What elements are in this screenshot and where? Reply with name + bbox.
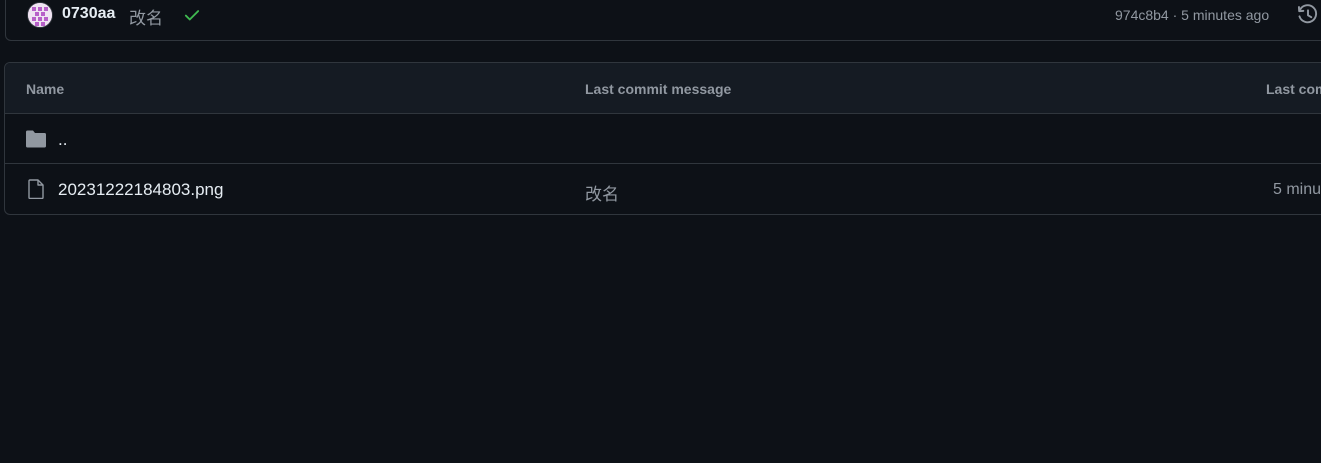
column-header-name: Name	[26, 81, 65, 97]
file-commit-message-link[interactable]: 改名	[585, 180, 619, 205]
parent-directory-link[interactable]: ..	[58, 130, 67, 150]
table-header: Name Last commit message Last com	[5, 63, 1321, 114]
latest-commit-bar: 0730aa 改名 974c8b4 · 5 minutes ago	[5, 0, 1321, 41]
parent-directory-row[interactable]: ..	[5, 114, 1321, 164]
file-table: Name Last commit message Last com .. 202…	[4, 62, 1321, 215]
history-icon[interactable]	[1297, 4, 1319, 26]
avatar-identicon	[28, 3, 52, 27]
check-icon[interactable]	[183, 6, 201, 24]
column-header-last-commit-date: Last com	[1266, 81, 1321, 97]
table-row[interactable]: 20231222184803.png 改名 5 minu	[5, 164, 1321, 214]
file-icon	[28, 179, 44, 199]
commit-sha-and-time[interactable]: 974c8b4 · 5 minutes ago	[1115, 7, 1269, 23]
commit-message-link[interactable]: 改名	[129, 4, 163, 29]
commit-author-link[interactable]: 0730aa	[62, 5, 115, 23]
folder-icon	[26, 130, 46, 148]
column-header-last-commit-message: Last commit message	[585, 81, 732, 97]
file-commit-date: 5 minu	[1273, 181, 1321, 198]
file-name-link[interactable]: 20231222184803.png	[58, 180, 223, 200]
author-avatar[interactable]	[28, 3, 52, 27]
